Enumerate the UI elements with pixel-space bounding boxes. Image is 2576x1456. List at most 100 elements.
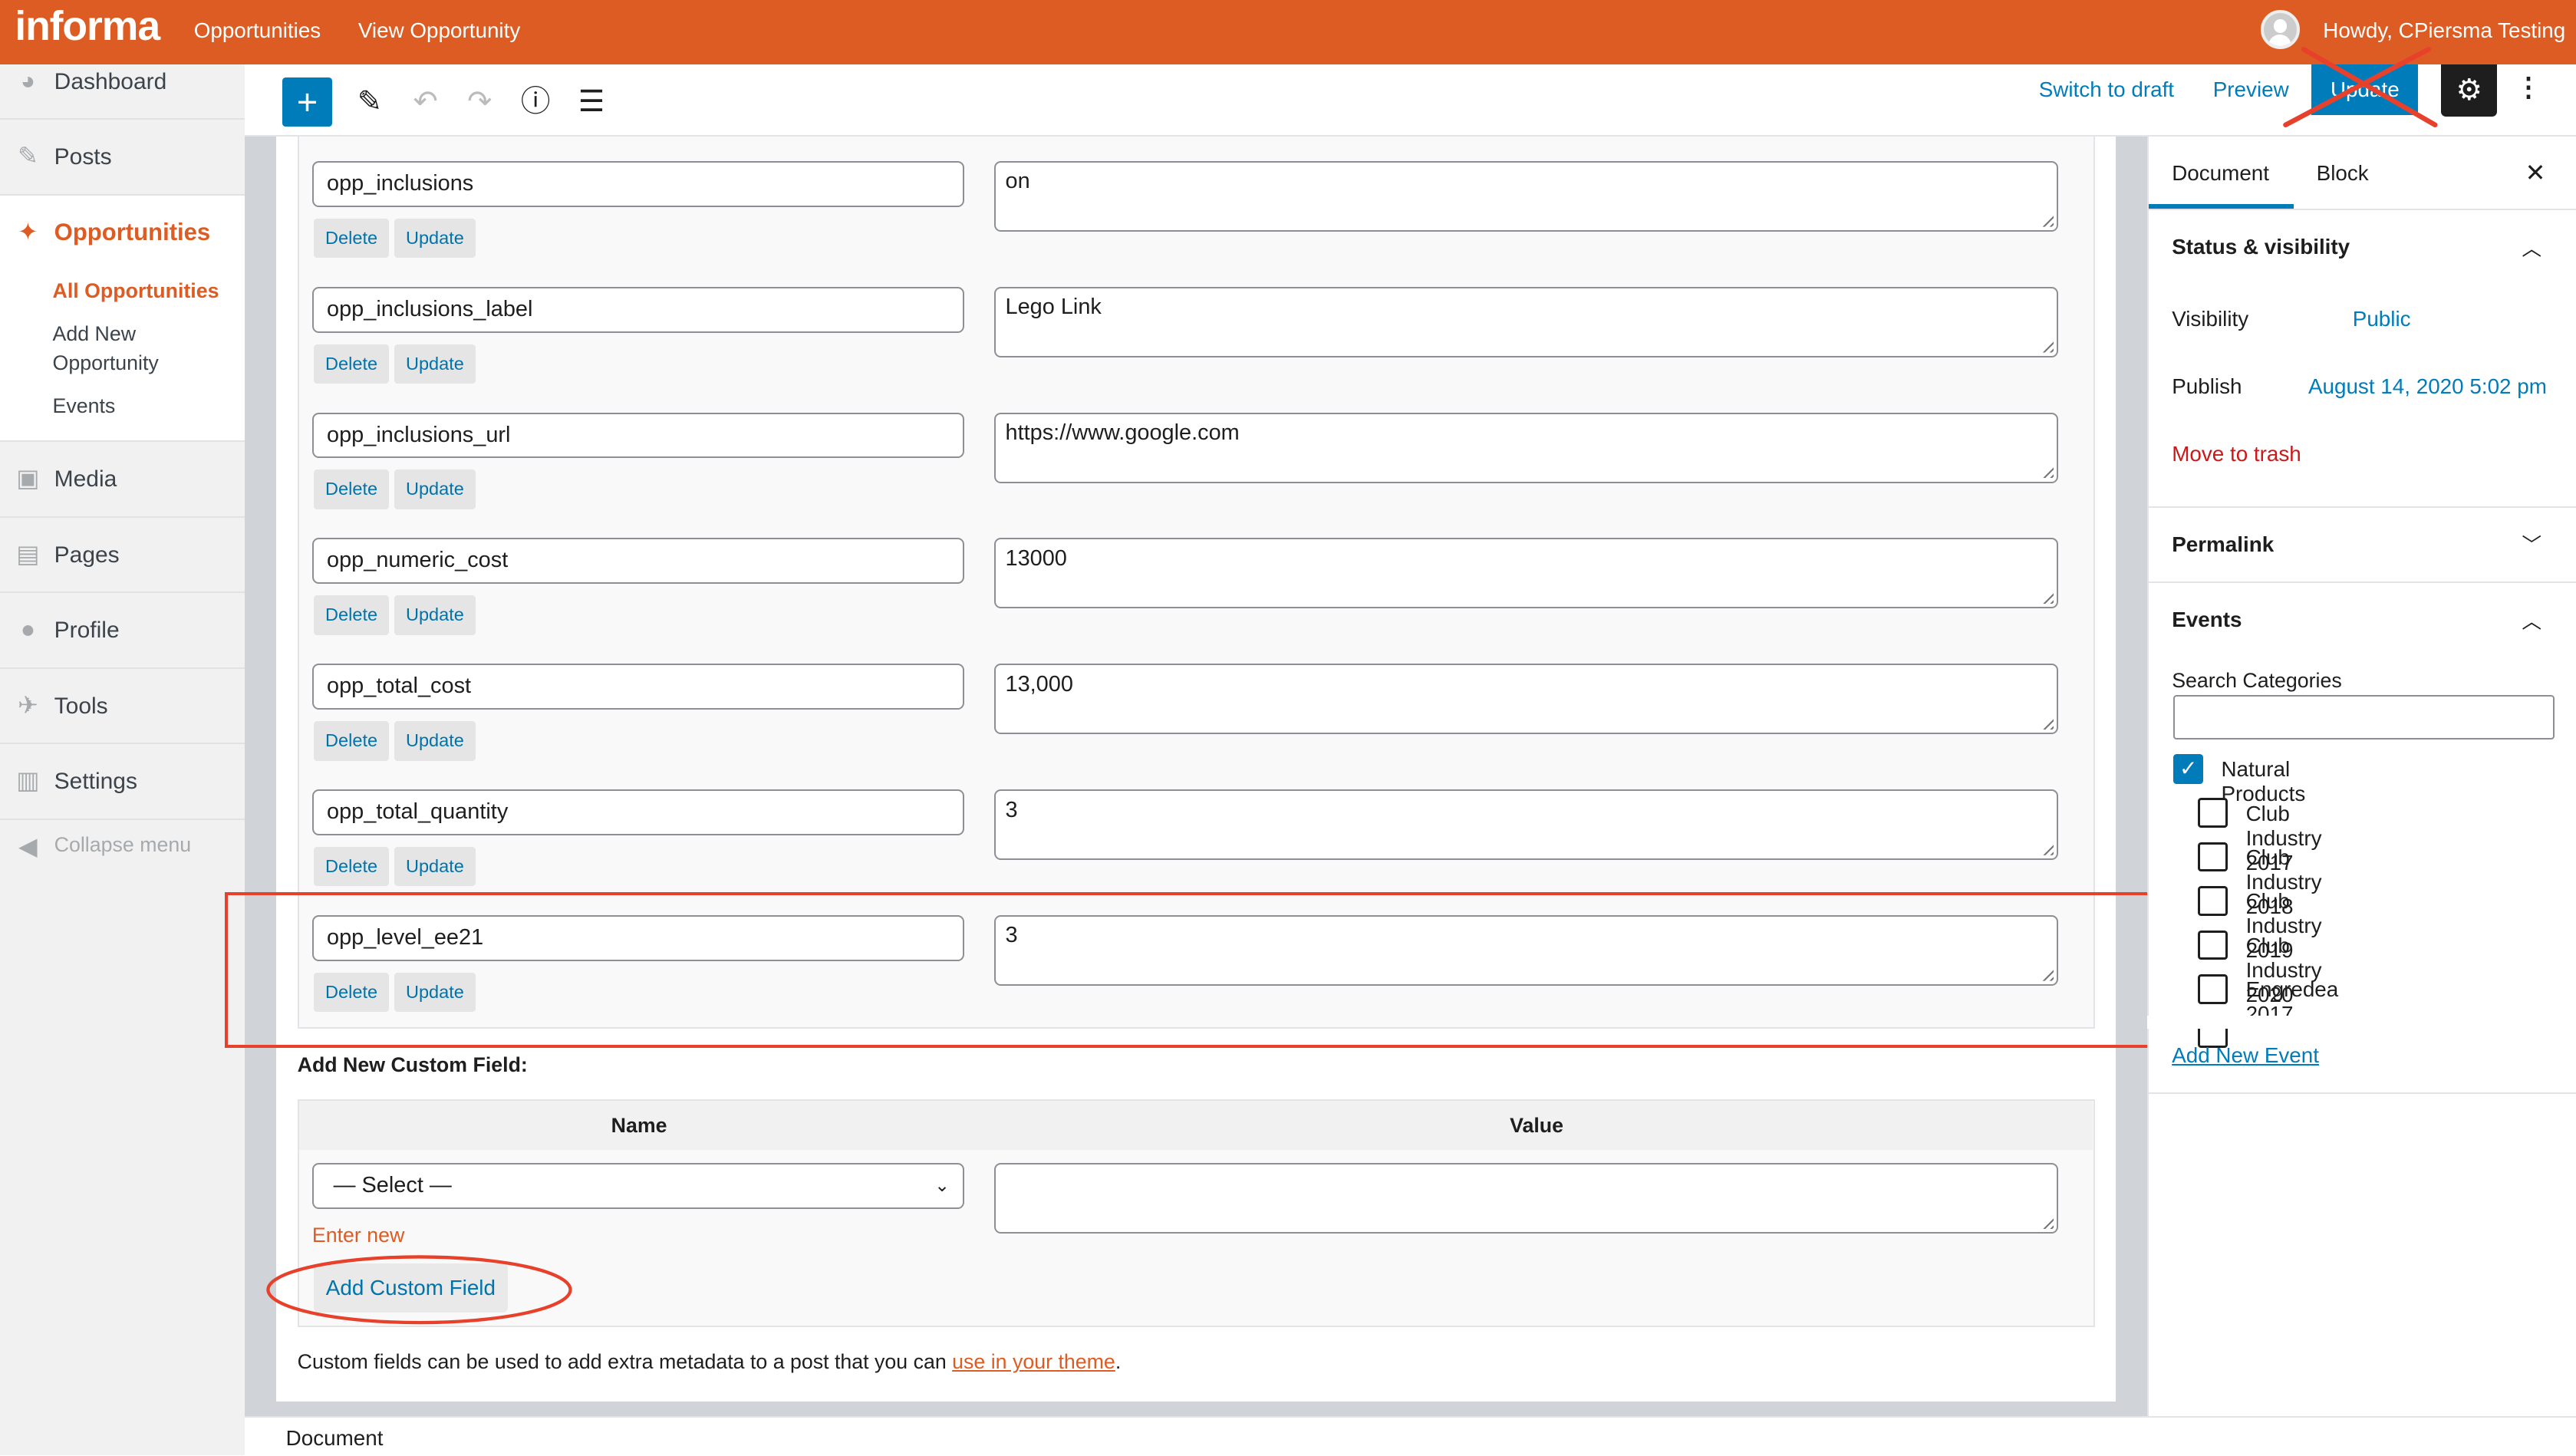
move-to-trash-link[interactable]: Move to trash — [2172, 442, 2301, 466]
add-new-event-link[interactable]: Add New Event — [2172, 1043, 2319, 1068]
category-checkbox[interactable] — [2198, 886, 2228, 916]
sidebar-item-profile[interactable]: ● Profile — [0, 593, 245, 669]
use-in-theme-link[interactable]: use in your theme — [952, 1350, 1115, 1373]
field-name-input[interactable]: opp_numeric_cost — [311, 538, 965, 585]
search-categories-label: Search Categories — [2172, 668, 2342, 692]
add-field-header — [298, 1100, 2093, 1151]
nav-view-opportunity[interactable]: View Opportunity — [358, 18, 520, 43]
switch-to-draft-button[interactable]: Switch to draft — [2039, 77, 2174, 102]
settings-gear-button[interactable]: ⚙ — [2441, 64, 2498, 117]
sidebar-item-opportunities[interactable]: ✦ Opportunities All Opportunities Add Ne… — [0, 195, 245, 443]
category-checkbox[interactable]: ✓ — [2173, 753, 2203, 784]
divider — [2147, 581, 2576, 584]
redo-icon[interactable]: ↷ — [455, 77, 504, 127]
delete-field-button[interactable]: Delete — [314, 218, 390, 259]
status-visibility-toggle[interactable]: Status & visibility — [2172, 235, 2350, 259]
collapse-icon: ◀ — [18, 832, 38, 860]
enter-new-link[interactable]: Enter new — [312, 1224, 404, 1247]
preview-button[interactable]: Preview — [2213, 77, 2289, 102]
tab-document[interactable]: Document — [2172, 161, 2269, 186]
permalink-toggle[interactable]: Permalink — [2172, 532, 2274, 557]
sidebar-item-label: Dashboard — [54, 68, 167, 94]
opportunities-icon: ✦ — [17, 217, 38, 245]
admin-bar: informa Opportunities View Opportunity H… — [0, 0, 2576, 64]
chevron-down-icon: ⌄ — [934, 1175, 950, 1196]
field-value-textarea[interactable]: 13,000 — [993, 664, 2059, 735]
close-icon[interactable]: ✕ — [2525, 158, 2546, 187]
submenu-events[interactable]: Events — [53, 394, 116, 418]
block-breadcrumb-bar: Document — [245, 1416, 2576, 1456]
delete-field-button[interactable]: Delete — [314, 595, 390, 635]
logo[interactable]: informa — [15, 3, 160, 50]
submenu-all-opportunities[interactable]: All Opportunities — [53, 279, 219, 303]
sidebar-item-pages[interactable]: ▤ Pages — [0, 518, 245, 594]
chevron-down-icon[interactable]: ﹀ — [2522, 529, 2541, 558]
field-name-input[interactable]: opp_total_cost — [311, 664, 965, 710]
info-icon[interactable]: ⓘ — [511, 77, 560, 127]
new-field-value-textarea[interactable] — [993, 1163, 2059, 1234]
sidebar-item-media[interactable]: ▣ Media — [0, 442, 245, 518]
new-field-name-select[interactable]: — Select — ⌄ — [311, 1163, 965, 1210]
tab-block[interactable]: Block — [2317, 161, 2369, 186]
chevron-up-icon[interactable]: ︿ — [2522, 606, 2541, 634]
divider — [2147, 1092, 2576, 1095]
help-text-body: Custom fields can be used to add extra m… — [297, 1350, 953, 1374]
update-field-button[interactable]: Update — [394, 469, 476, 509]
annotation-rectangle — [225, 891, 2164, 1049]
collapse-label: Collapse menu — [54, 832, 192, 856]
field-value-textarea[interactable]: https://www.google.com — [993, 412, 2059, 483]
avatar[interactable] — [2260, 9, 2301, 50]
field-name-input[interactable]: opp_total_quantity — [311, 789, 965, 835]
submenu-add-new-line1[interactable]: Add New — [53, 322, 137, 346]
sidebar-item-label: Profile — [54, 618, 120, 644]
category-checkbox[interactable] — [2198, 973, 2228, 1004]
outline-icon[interactable]: ☰ — [567, 77, 616, 127]
media-icon: ▣ — [16, 464, 40, 492]
sidebar-item-settings[interactable]: ▥ Settings — [0, 744, 245, 820]
sidebar-item-label: Media — [54, 466, 117, 492]
field-name-input[interactable]: opp_inclusions — [311, 160, 965, 207]
delete-field-button[interactable]: Delete — [314, 721, 390, 761]
user-greeting[interactable]: Howdy, CPiersma Testing — [2323, 18, 2565, 43]
field-value-textarea[interactable]: 13000 — [993, 538, 2059, 609]
field-value-textarea[interactable]: Lego Link — [993, 286, 2059, 357]
update-field-button[interactable]: Update — [394, 344, 476, 384]
column-value-header: Value — [1510, 1114, 1564, 1137]
select-value: — Select — — [333, 1173, 452, 1198]
category-checkbox[interactable] — [2198, 842, 2228, 872]
edit-pencil-icon[interactable]: ✎ — [345, 77, 394, 127]
chevron-up-icon[interactable]: ︿ — [2522, 233, 2541, 262]
sidebar-item-label: Opportunities — [54, 218, 211, 245]
undo-icon[interactable]: ↶ — [401, 77, 450, 127]
field-name-input[interactable]: opp_inclusions_url — [311, 412, 965, 459]
visibility-value[interactable]: Public — [2353, 307, 2411, 331]
collapse-menu[interactable]: ◀ Collapse menu — [0, 820, 245, 896]
sidebar-item-dashboard[interactable]: ◕ Dashboard — [0, 54, 245, 120]
update-field-button[interactable]: Update — [394, 595, 476, 635]
submenu-add-new-line2[interactable]: Opportunity — [53, 351, 159, 375]
delete-field-button[interactable]: Delete — [314, 344, 390, 384]
sidebar-item-label: Settings — [54, 769, 137, 795]
nav-opportunities[interactable]: Opportunities — [194, 18, 321, 43]
field-name-input[interactable]: opp_inclusions_label — [311, 286, 965, 333]
add-block-button[interactable]: + — [282, 77, 332, 127]
help-text: Custom fields can be used to add extra m… — [298, 1350, 1122, 1374]
more-options-icon[interactable]: ⋮ — [2515, 72, 2541, 103]
breadcrumb-document[interactable]: Document — [286, 1426, 384, 1451]
events-toggle[interactable]: Events — [2172, 608, 2242, 632]
sidebar-item-label: Pages — [54, 542, 120, 568]
update-field-button[interactable]: Update — [394, 721, 476, 761]
divider — [2147, 208, 2576, 211]
publish-date[interactable]: August 14, 2020 5:02 pm — [2308, 374, 2547, 399]
search-categories-input[interactable] — [2173, 694, 2555, 740]
update-field-button[interactable]: Update — [394, 218, 476, 259]
category-checkbox[interactable] — [2198, 798, 2228, 828]
field-value-textarea[interactable]: on — [993, 160, 2059, 232]
field-value-textarea[interactable]: 3 — [993, 789, 2059, 861]
sidebar-item-tools[interactable]: ✈ Tools — [0, 669, 245, 745]
category-checkbox[interactable] — [2198, 930, 2228, 960]
sidebar-item-posts[interactable]: ✎ Posts — [0, 120, 245, 196]
delete-field-button[interactable]: Delete — [314, 469, 390, 509]
delete-field-button[interactable]: Delete — [314, 846, 390, 887]
update-field-button[interactable]: Update — [394, 846, 476, 887]
